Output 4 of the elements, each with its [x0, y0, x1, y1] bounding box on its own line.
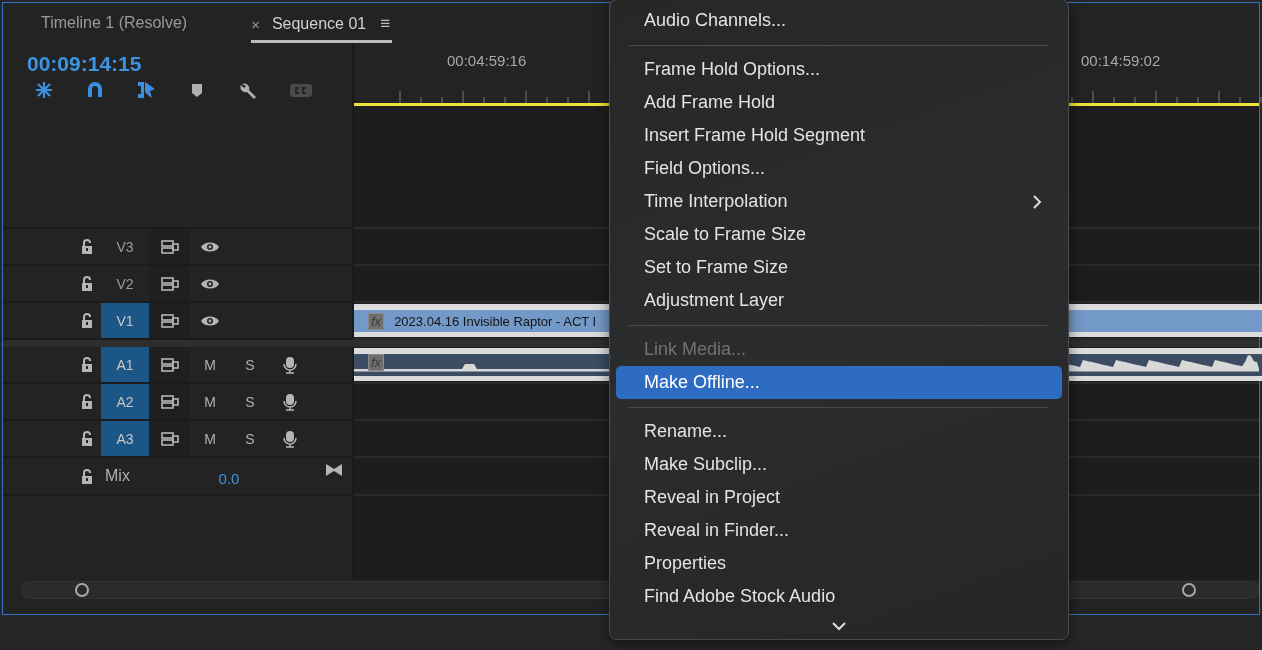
track-name: Mix: [105, 467, 131, 485]
ruler-timecode: 00:04:59:16: [447, 52, 527, 69]
ruler-timecode: 00:14:59:02: [1081, 52, 1161, 69]
clip-name: 2023.04.16 Invisible Raptor - ACT I: [394, 313, 597, 329]
